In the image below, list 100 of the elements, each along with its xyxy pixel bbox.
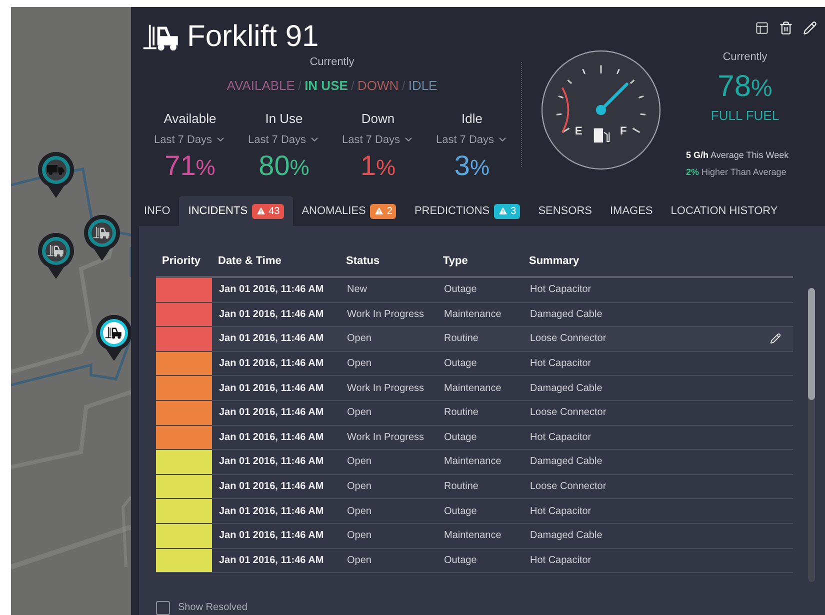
- forklift-icon: [47, 244, 65, 257]
- fuel-caption: FULL FUEL: [710, 106, 780, 124]
- stat-value: 1%: [360, 150, 396, 183]
- status-option: DOWN: [358, 76, 399, 95]
- table-cell-text: Open: [346, 504, 372, 519]
- column-header[interactable]: Status: [340, 252, 437, 270]
- table-cell-text: Outage: [443, 283, 478, 298]
- tab[interactable]: LOCATION HISTORY: [662, 196, 787, 226]
- delete-icon[interactable]: [779, 21, 793, 35]
- period-dropdown[interactable]: Last 7 Days: [342, 132, 414, 148]
- column-header[interactable]: Priority: [156, 252, 212, 270]
- table-cell-text: Loose Connector: [529, 406, 606, 420]
- table-cell-text: Jan 01 2016, 11:46 AM: [218, 308, 325, 322]
- count-badge: 2: [370, 204, 396, 218]
- table-cell-text: Damaged Cable: [529, 308, 602, 322]
- layout-icon[interactable]: [755, 21, 769, 35]
- stat-label: Idle: [462, 110, 482, 128]
- full-label: F: [620, 125, 627, 138]
- table-cell-text: Hot Capacitor: [529, 504, 592, 519]
- table-cell-text: Maintenance: [443, 308, 502, 322]
- currently-label: Currently: [310, 55, 354, 70]
- stat-label: Down: [361, 110, 395, 128]
- table-row[interactable]: Jan 01 2016, 11:46 AM Open Routine Loose Connector: [156, 474, 794, 500]
- tab[interactable]: SENSORS: [529, 196, 601, 226]
- forklift-icon: [143, 23, 181, 51]
- table-cell-text: Maintenance: [443, 382, 502, 396]
- table-cell-text: Outage: [443, 357, 478, 372]
- table-row[interactable]: Jan 01 2016, 11:46 AM Work In Progress Outage Hot Capacitor: [156, 426, 794, 450]
- tab[interactable]: PREDICTIONS 3: [405, 196, 530, 226]
- table-row[interactable]: Jan 01 2016, 11:46 AM Open Maintenance Damaged Cable: [156, 450, 794, 475]
- table-cell-text: Maintenance: [443, 455, 502, 470]
- checkbox[interactable]: [156, 600, 170, 614]
- table-cell-text: Jan 01 2016, 11:46 AM: [218, 480, 325, 494]
- tab[interactable]: INFO: [135, 196, 180, 226]
- period-dropdown[interactable]: Last 7 Days: [154, 132, 226, 148]
- column-header[interactable]: Type: [437, 252, 523, 270]
- stat-value: 80%: [258, 150, 310, 183]
- status-option: IDLE: [408, 76, 438, 95]
- period-dropdown[interactable]: Last 7 Days: [436, 132, 508, 148]
- table-row[interactable]: Jan 01 2016, 11:46 AM Open Outage Hot Capacitor: [156, 548, 794, 574]
- table-cell-text: Open: [346, 554, 372, 568]
- table-row[interactable]: Jan 01 2016, 11:46 AM Open Routine Loose Connector: [156, 400, 794, 426]
- table-cell-text: Hot Capacitor: [529, 430, 592, 445]
- edit-icon[interactable]: [770, 333, 782, 344]
- empty-zone-arc: [561, 86, 570, 132]
- stat-value: 3%: [454, 150, 490, 183]
- stat-label: In Use: [265, 110, 303, 128]
- table-row[interactable]: Jan 01 2016, 11:46 AM Work In Progress Maintenance Damaged Cable: [156, 376, 794, 401]
- table-row[interactable]: Jan 01 2016, 11:46 AM Open Outage Hot Capacitor: [156, 352, 794, 376]
- column-header[interactable]: Date & Time: [212, 252, 340, 270]
- table-cell-text: Jan 01 2016, 11:46 AM: [218, 332, 325, 346]
- table-cell-text: Hot Capacitor: [529, 283, 592, 298]
- status-separator: /: [298, 76, 302, 94]
- table-cell-text: Jan 01 2016, 11:46 AM: [218, 554, 325, 568]
- map-pin[interactable]: [95, 315, 131, 361]
- table-cell-text: Open: [346, 357, 372, 372]
- edit-icon[interactable]: [803, 21, 817, 35]
- table-row[interactable]: Jan 01 2016, 11:46 AM New Outage Hot Capacitor: [156, 278, 794, 303]
- table-cell-text: Jan 01 2016, 11:46 AM: [218, 406, 325, 420]
- fuel-value: 78%: [718, 70, 772, 104]
- stat-value: 71%: [164, 150, 216, 183]
- table-cell-text: Routine: [443, 480, 480, 494]
- table-cell-text: Work In Progress: [346, 430, 426, 445]
- table-row[interactable]: Jan 01 2016, 11:46 AM Open Routine Loose Connector: [156, 327, 794, 352]
- warning-icon: [256, 206, 266, 216]
- table-cell-text: Outage: [443, 430, 478, 445]
- gauge-needle: [596, 82, 628, 115]
- column-header[interactable]: Summary: [523, 252, 794, 270]
- table-cell-text: Damaged Cable: [529, 382, 602, 396]
- table-cell-text: Jan 01 2016, 11:46 AM: [218, 455, 325, 470]
- tab[interactable]: IMAGES: [600, 196, 662, 226]
- tab[interactable]: ANOMALIES 2: [292, 196, 406, 226]
- stat-label: Available: [164, 110, 216, 128]
- table-row[interactable]: Jan 01 2016, 11:46 AM Open Maintenance Damaged Cable: [156, 524, 794, 549]
- table-cell-text: Jan 01 2016, 11:46 AM: [218, 283, 325, 298]
- table-cell-text: Jan 01 2016, 11:46 AM: [218, 504, 325, 519]
- empty-label: E: [574, 125, 582, 138]
- table-cell-text: Work In Progress: [346, 308, 426, 322]
- table-cell-text: Outage: [443, 504, 478, 519]
- status-separator: /: [402, 76, 406, 94]
- truck-icon: [47, 163, 65, 176]
- average-text: 5 G/h Average This Week: [686, 149, 790, 162]
- table-cell-text: Outage: [443, 554, 478, 568]
- count-badge: 3: [494, 204, 520, 218]
- map-pin[interactable]: [83, 215, 121, 261]
- table-cell-text: Loose Connector: [529, 480, 606, 494]
- scrollbar[interactable]: [808, 288, 815, 582]
- table-cell-text: Open: [346, 455, 372, 470]
- table-cell-text: New: [346, 283, 368, 298]
- table-cell-text: Hot Capacitor: [529, 554, 592, 568]
- table-cell-text: Open: [346, 332, 372, 346]
- vehicle-title: Forklift 91: [187, 21, 319, 53]
- period-dropdown[interactable]: Last 7 Days: [248, 132, 320, 148]
- table-cell-text: Maintenance: [443, 529, 502, 544]
- count-badge: 43: [252, 204, 284, 218]
- table-row[interactable]: Jan 01 2016, 11:46 AM Open Outage Hot Capacitor: [156, 499, 794, 524]
- table-cell-text: Jan 01 2016, 11:46 AM: [218, 357, 325, 372]
- fuel-pump-icon: [594, 128, 610, 142]
- map-pin[interactable]: [37, 233, 75, 279]
- tab[interactable]: INCIDENTS 43: [179, 196, 293, 226]
